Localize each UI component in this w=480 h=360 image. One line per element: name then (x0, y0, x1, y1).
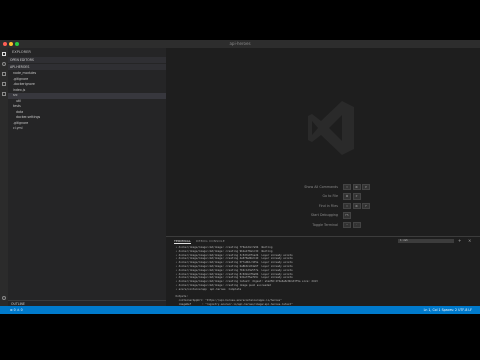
project-section[interactable]: API-HEROES (8, 64, 166, 70)
open-editors-section[interactable]: OPEN EDITORS (8, 57, 166, 63)
extensions-icon[interactable] (2, 92, 6, 96)
explorer-icon[interactable] (2, 52, 6, 56)
file-tree-item-label: .gitignore (13, 120, 29, 125)
explorer-header: EXPLORER (12, 50, 31, 54)
shortcut-key: ⌃ (343, 221, 351, 228)
tab-terminal[interactable]: TERMINAL (174, 239, 191, 244)
welcome-shortcuts: Show All Commands ⇧ ⌘ P Go to File ⌘ P Find in … (256, 182, 456, 230)
shortcut-key: P (362, 183, 370, 190)
file-tree-item[interactable]: ci.yml (8, 126, 166, 132)
file-tree-item-label: src (13, 93, 18, 97)
shortcut-row: Go to File ⌘ P (256, 192, 456, 202)
shortcut-key: ` (352, 221, 361, 228)
file-tree-item-label: tests (13, 104, 21, 108)
title-bar: api-heroes (0, 40, 480, 48)
shortcut-label: Show All Commands (304, 184, 338, 189)
search-icon[interactable] (2, 62, 6, 66)
file-tree-item-label: .gitignore (13, 76, 29, 81)
file-tree-item-label: data (16, 109, 24, 114)
shortcut-key: P (352, 193, 361, 200)
shortcut-key: ⇧ (343, 202, 351, 209)
shortcut-row: Start Debugging F5 (256, 211, 456, 221)
editor-area: Show All Commands ⇧ ⌘ P Go to File ⌘ P Find in … (166, 48, 480, 236)
shortcut-key: ⌘ (352, 202, 361, 209)
shortcut-label: Toggle Terminal (312, 222, 338, 227)
debug-icon[interactable] (2, 82, 6, 86)
bottom-panel: TERMINAL DEBUG CONSOLE 1: zsh + × • dock… (166, 236, 480, 314)
cursor-position[interactable]: Ln 1, Col 1 Spaces: 2 UTF-8 LF (424, 306, 472, 314)
shortcut-row: Show All Commands ⇧ ⌘ P (256, 182, 456, 192)
shortcut-key: ⌘ (343, 193, 351, 200)
terminal-select[interactable]: 1: zsh (398, 238, 454, 243)
file-tree-item-label: ci.yml (13, 126, 23, 130)
file-tree-item-label: util (16, 98, 22, 103)
vscode-logo-watermark-icon (308, 101, 354, 155)
file-tree-item-label: index.js (13, 87, 26, 92)
problems-indicator[interactable]: ⊗ 0 ⚠ 0 (10, 306, 23, 314)
add-terminal-icon[interactable]: + (458, 238, 461, 243)
file-tree-item-label: docker.settings (16, 115, 41, 119)
shortcut-key: ⇧ (343, 183, 351, 190)
status-bar: ⊗ 0 ⚠ 0 Ln 1, Col 1 Spaces: 2 UTF-8 LF (0, 306, 480, 314)
shortcut-row: Toggle Terminal ⌃ ` (256, 220, 456, 230)
shortcut-row: Find in Files ⇧ ⌘ F (256, 201, 456, 211)
file-tree-item-label: .dockerignore (13, 82, 35, 86)
activity-bar (0, 48, 8, 306)
gear-icon[interactable] (2, 296, 6, 300)
vscode-window: api-heroes EXPLORER OPEN EDITORS API-HER… (0, 40, 480, 314)
shortcut-label: Start Debugging (310, 213, 338, 218)
shortcut-label: Find in Files (318, 203, 338, 208)
shortcut-key: ⌘ (352, 183, 361, 190)
source-control-icon[interactable] (2, 72, 6, 76)
window-title: api-heroes (229, 41, 251, 46)
close-panel-icon[interactable]: × (468, 238, 471, 243)
file-tree-item-label: node_modules (13, 71, 37, 75)
terminal-output[interactable]: • docker/image/image:cmd/image: creating… (174, 246, 474, 314)
tab-debug-console[interactable]: DEBUG CONSOLE (196, 239, 225, 243)
panel-tabs: TERMINAL DEBUG CONSOLE 1: zsh + × (166, 237, 480, 244)
shortcut-label: Go to File (322, 194, 339, 199)
explorer-sidebar: EXPLORER OPEN EDITORS API-HEROES node_mo… (8, 48, 166, 306)
shortcut-key: F (362, 202, 370, 209)
file-tree: node_modules .gitignore .dockerignore index… (8, 71, 166, 132)
shortcut-key: F5 (343, 212, 351, 219)
